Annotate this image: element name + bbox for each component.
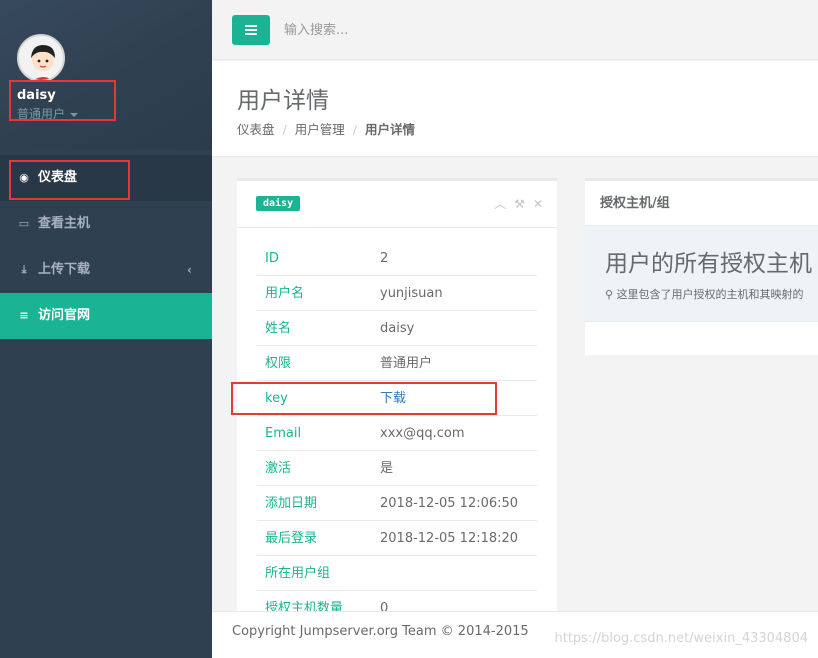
- footer: Copyright Jumpserver.org Team © 2014-201…: [212, 611, 818, 658]
- table-row: 添加日期 2018-12-05 12:06:50: [257, 486, 537, 521]
- highlight-box-dashboard: [9, 160, 130, 200]
- highlight-box-key-row: [231, 382, 497, 415]
- page-title: 用户详情: [237, 88, 329, 114]
- jumbotron-subtitle: ⚲ 这里包含了用户授权的主机和其映射的: [605, 286, 804, 302]
- sidebar-item-label: 上传下载: [38, 262, 91, 277]
- table-row: Email xxx@qq.com: [257, 416, 537, 451]
- panel-header: daisy ︿ ⚒ ✕: [237, 181, 557, 228]
- hamburger-icon: [245, 25, 257, 27]
- table-row: 最后登录 2018-12-05 12:18:20: [257, 521, 537, 556]
- sidebar-item-visit-site[interactable]: ≡ 访问官网: [0, 293, 212, 339]
- page-heading: 用户详情 仪表盘 / 用户管理 / 用户详情: [212, 61, 818, 157]
- highlight-box-user: [9, 80, 116, 121]
- table-row: 所在用户组: [257, 556, 537, 591]
- sidebar-item-view-hosts[interactable]: ▭ 查看主机: [0, 201, 212, 247]
- menu-toggle-button[interactable]: [232, 15, 270, 45]
- avatar[interactable]: [17, 34, 65, 82]
- row-key: 权限: [265, 356, 292, 371]
- row-value: xxx@qq.com: [380, 426, 465, 441]
- table-row: 用户名 yunjisuan: [257, 276, 537, 311]
- row-key: 用户名: [265, 286, 305, 301]
- table-row: 激活 是: [257, 451, 537, 486]
- inbox-icon: ▭: [18, 217, 30, 230]
- row-key: ID: [265, 251, 279, 266]
- sidebar: daisy 普通用户 ◉ 仪表盘 ▭ 查看主机 ⤓ 上传下载 ‹ ≡ 访问官网: [0, 0, 212, 658]
- row-value: 2: [380, 251, 389, 266]
- breadcrumb-separator: /: [282, 122, 287, 137]
- top-navbar: [212, 0, 818, 60]
- download-icon: ⤓: [21, 263, 27, 276]
- table-row: 权限 普通用户: [257, 346, 537, 381]
- sidebar-item-upload-download[interactable]: ⤓ 上传下载 ‹: [0, 247, 212, 293]
- profile-section: daisy 普通用户: [0, 0, 212, 150]
- search-input[interactable]: [284, 16, 584, 44]
- breadcrumb: 仪表盘 / 用户管理 / 用户详情: [237, 119, 415, 138]
- breadcrumb-current: 用户详情: [364, 122, 415, 137]
- row-value: 2018-12-05 12:06:50: [380, 496, 519, 511]
- row-value: daisy: [380, 321, 415, 336]
- watermark-text: https://blog.csdn.net/weixin_43304804: [554, 631, 808, 646]
- row-key: 最后登录: [265, 531, 318, 546]
- row-key: 激活: [265, 461, 292, 476]
- row-key: Email: [265, 426, 302, 441]
- panel-title: 授权主机/组: [585, 181, 818, 226]
- breadcrumb-user-management[interactable]: 用户管理: [295, 122, 345, 137]
- hamburger-icon-line: [245, 33, 257, 35]
- authorized-hosts-panel: 授权主机/组 用户的所有授权主机 ⚲ 这里包含了用户授权的主机和其映射的: [585, 178, 818, 355]
- table-row: ID 2: [257, 241, 537, 276]
- close-icon[interactable]: ✕: [533, 197, 543, 211]
- breadcrumb-dashboard[interactable]: 仪表盘: [237, 122, 275, 137]
- copyright-text: Copyright Jumpserver.org Team © 2014-201…: [232, 624, 529, 639]
- jumbotron-subtitle-text: 这里包含了用户授权的主机和其映射的: [616, 288, 804, 301]
- avatar-image: [19, 36, 63, 80]
- row-value: 普通用户: [380, 356, 433, 371]
- row-key: 所在用户组: [265, 566, 331, 581]
- row-value: yunjisuan: [380, 286, 443, 301]
- row-key: 姓名: [265, 321, 292, 336]
- row-value: 是: [380, 461, 394, 476]
- chevron-up-icon[interactable]: ︿: [494, 197, 506, 211]
- hamburger-icon-line: [245, 29, 257, 31]
- user-badge: daisy: [256, 196, 301, 211]
- row-key: 添加日期: [265, 496, 318, 511]
- jumbotron: 用户的所有授权主机 ⚲ 这里包含了用户授权的主机和其映射的: [585, 226, 818, 322]
- chevron-left-icon: ‹: [187, 263, 192, 277]
- row-value: 2018-12-05 12:18:20: [380, 531, 519, 546]
- wrench-icon[interactable]: ⚒: [514, 197, 525, 211]
- user-info-table: ID 2 用户名 yunjisuan 姓名 daisy 权限 普通用户 key 下载 Em…: [257, 241, 537, 626]
- map-marker-icon: ⚲: [605, 288, 614, 301]
- database-icon: ≡: [19, 309, 29, 322]
- jumbotron-title: 用户的所有授权主机: [605, 251, 812, 277]
- sidebar-item-label: 访问官网: [38, 308, 91, 323]
- breadcrumb-separator: /: [352, 122, 357, 137]
- table-row: 姓名 daisy: [257, 311, 537, 346]
- panel-tools: ︿ ⚒ ✕: [486, 195, 543, 212]
- sidebar-item-label: 查看主机: [38, 216, 91, 231]
